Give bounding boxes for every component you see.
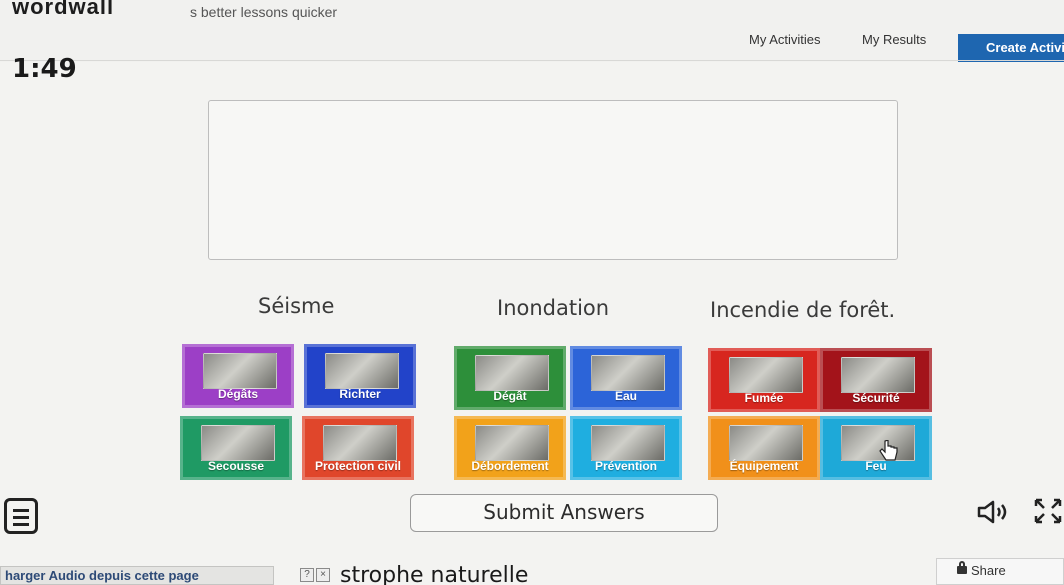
activity-title: strophe naturelle [340,563,529,585]
tile-feu[interactable]: Feu [820,416,932,480]
fullscreen-icon[interactable] [1032,496,1064,526]
tile-label: Prévention [594,459,657,473]
top-bar: wordwall s better lessons quicker My Act… [0,0,1064,62]
tile-secousse[interactable]: Secousse [180,416,292,480]
tile-label: Dégâts [217,387,258,401]
tile-eau[interactable]: Eau [570,346,682,410]
nav-my-results[interactable]: My Results [862,32,926,47]
group-label-incendie: Incendie de forêt. [710,298,896,322]
countdown-timer: 1:49 [12,54,77,84]
tile-protection-civil[interactable]: Protection civil [302,416,414,480]
hand-cursor-icon [879,440,898,461]
brand-logo[interactable]: wordwall [12,0,114,20]
tile-image [591,425,665,461]
tile-image [475,355,549,391]
tile-label: Protection civil [314,459,402,473]
tile-prevention[interactable]: Prévention [570,416,682,480]
brand-tagline: s better lessons quicker [190,4,338,20]
tile-image [323,425,397,461]
nav-create-activity-button[interactable]: Create Activit [958,34,1064,62]
lock-icon [957,561,967,574]
share-button[interactable]: Share [936,558,1064,585]
tile-image [325,353,399,389]
tile-label: Richter [339,387,381,401]
tile-fumee[interactable]: Fumée [708,348,820,412]
tile-label: Débordement [471,459,549,473]
group-label-inondation: Inondation [497,296,610,320]
tile-label: Dégât [493,389,527,403]
help-button[interactable]: ? [300,568,314,582]
tile-image [201,425,275,461]
tile-degats[interactable]: Dégâts [182,344,294,408]
tile-image [591,355,665,391]
tile-image [203,353,277,389]
tile-image [729,425,803,461]
nav-my-activities[interactable]: My Activities [749,32,821,47]
header-divider [0,60,1064,61]
tile-equipement[interactable]: Équipement [708,416,820,480]
tile-label: Secousse [207,459,265,473]
hamburger-menu-icon[interactable] [4,498,38,534]
tile-label: Sécurité [852,391,900,405]
speaker-icon[interactable] [976,500,1010,524]
tile-securite[interactable]: Sécurité [820,348,932,412]
tile-image [841,357,915,393]
submit-answers-button[interactable]: Submit Answers [410,494,718,532]
share-label: Share [971,563,1006,578]
tile-image [475,425,549,461]
tile-debordement[interactable]: Débordement [454,416,566,480]
close-button[interactable]: × [316,568,330,582]
download-audio-link[interactable]: harger Audio depuis cette page [0,566,274,585]
answer-drop-area[interactable] [208,100,898,260]
tile-richter[interactable]: Richter [304,344,416,408]
tile-label: Feu [865,459,887,473]
group-label-seisme: Séisme [258,294,335,318]
tile-label: Fumée [744,391,784,405]
tile-degat[interactable]: Dégât [454,346,566,410]
tile-image [729,357,803,393]
tile-label: Équipement [729,459,799,473]
tile-label: Eau [614,389,637,403]
